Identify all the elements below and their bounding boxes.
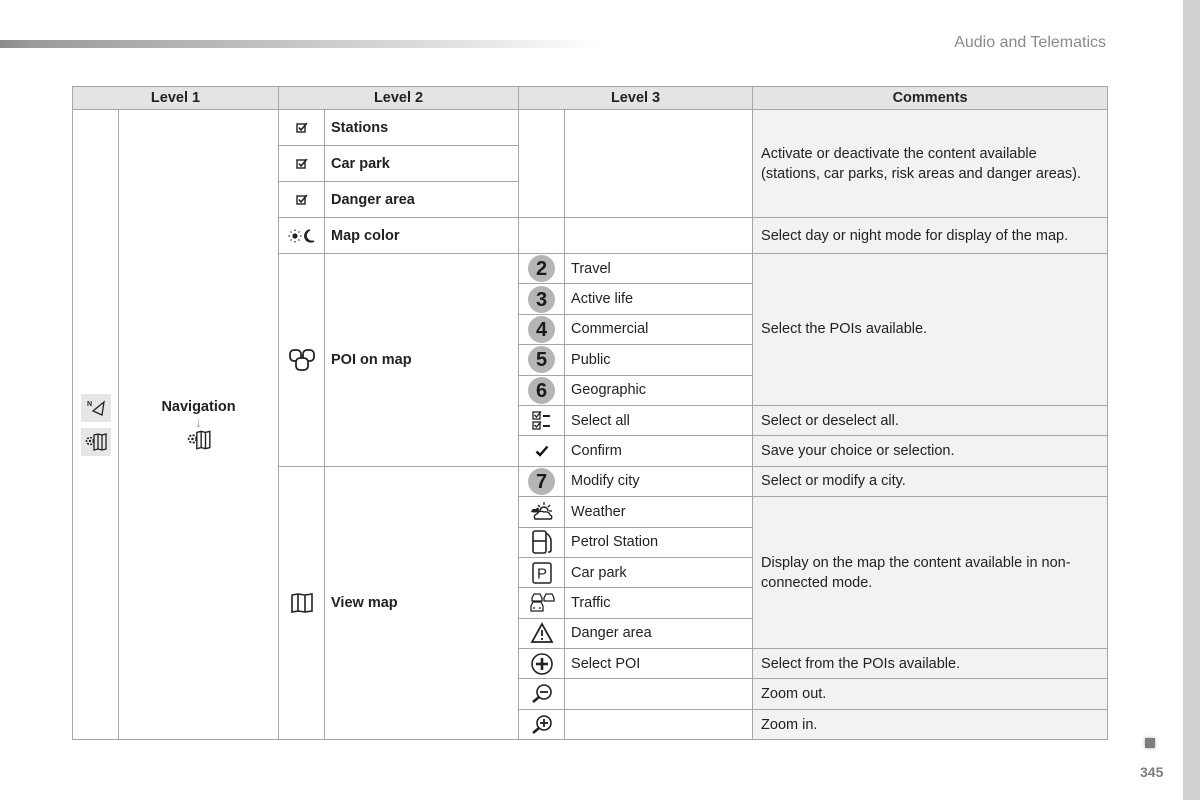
comment-confirm: Save your choice or selection. xyxy=(752,435,1109,467)
level3-select-all[interactable]: Select all xyxy=(564,404,754,437)
page-number: 345 xyxy=(1140,764,1164,780)
svg-text:N: N xyxy=(87,401,92,408)
level3-geographic[interactable]: Geographic xyxy=(564,374,754,406)
level3-danger-area[interactable]: Danger area xyxy=(564,617,754,650)
warning-triangle-icon[interactable] xyxy=(518,617,566,650)
level3-zoom-in xyxy=(564,708,754,741)
select-all-icon[interactable] xyxy=(518,404,566,437)
number-badge: 5 xyxy=(528,346,556,374)
comment-content-toggle: Activate or deactivate the content avail… xyxy=(752,109,1109,218)
level3-commercial[interactable]: Commercial xyxy=(564,313,754,346)
navigation-label: Navigation xyxy=(161,398,236,415)
comment-select-pois: Select the POIs available. xyxy=(752,253,1109,406)
level3-car-park[interactable]: Car park xyxy=(564,556,754,589)
header-decorative-bar xyxy=(0,40,600,48)
number-badge: 2 xyxy=(528,255,556,283)
map-settings-icon[interactable] xyxy=(80,427,111,456)
level2-stations: Stations xyxy=(324,109,520,146)
level2-danger-area: Danger area xyxy=(324,181,520,218)
number-badge: 6 xyxy=(528,376,556,404)
level3-modify-city[interactable]: Modify city xyxy=(564,465,754,498)
level3-petrol-station[interactable]: Petrol Station xyxy=(564,526,754,558)
arrow-down-icon: ↓ xyxy=(195,413,202,430)
level3-travel[interactable]: Travel xyxy=(564,252,754,285)
level2-view-map: View map xyxy=(324,465,520,741)
comment-modify-city: Select or modify a city. xyxy=(752,465,1109,498)
level2-map-color: Map color xyxy=(324,217,520,254)
level3-traffic[interactable]: Traffic xyxy=(564,587,754,619)
comment-non-connected: Display on the map the content available… xyxy=(752,496,1109,650)
column-header-level-3: Level 3 xyxy=(518,86,754,110)
level2-poi-on-map: POI on map xyxy=(324,253,520,467)
comment-select-poi: Select from the POIs available. xyxy=(752,648,1109,680)
weather-icon[interactable] xyxy=(518,496,566,528)
level3-public[interactable]: Public xyxy=(564,344,754,376)
section-title: Audio and Telematics xyxy=(954,34,1106,51)
page-marker xyxy=(1145,738,1155,748)
page-edge-band xyxy=(1183,0,1200,800)
navigation-compass-icon[interactable]: N xyxy=(80,393,111,422)
menu-structure-table: Level 1 Level 2 Level 3 Comments N Navig… xyxy=(71,86,1109,741)
comment-zoom-in: Zoom in. xyxy=(752,708,1109,741)
map-icon[interactable] xyxy=(278,465,326,741)
level3-select-poi[interactable]: Select POI xyxy=(564,648,754,680)
comment-map-color: Select day or night mode for display of … xyxy=(752,217,1109,254)
zoom-in-icon[interactable] xyxy=(518,708,566,741)
petrol-station-icon[interactable] xyxy=(518,526,566,558)
level1-navigation-cell: Navigation ↓ xyxy=(117,108,280,741)
level3-active-life[interactable]: Active life xyxy=(564,283,754,315)
poi-icon[interactable] xyxy=(278,253,326,467)
number-badge: 4 xyxy=(528,315,556,343)
svg-text:P: P xyxy=(537,565,547,582)
column-header-level-1: Level 1 xyxy=(71,86,280,110)
checkbox-icon[interactable] xyxy=(278,181,326,218)
parking-icon[interactable]: P xyxy=(518,556,566,589)
number-badge: 7 xyxy=(528,467,556,495)
table-row: N Navigation ↓ Stations Activate or deac… xyxy=(72,108,1109,741)
map-settings-icon xyxy=(119,429,278,451)
number-badge: 3 xyxy=(528,285,556,313)
zoom-out-icon[interactable] xyxy=(518,678,566,710)
level2-car-park: Car park xyxy=(324,145,520,182)
level3-weather[interactable]: Weather xyxy=(564,496,754,528)
plus-circle-icon[interactable] xyxy=(518,648,566,680)
checkbox-icon[interactable] xyxy=(278,145,326,182)
comment-zoom-out: Zoom out. xyxy=(752,678,1109,710)
table-header-row: Level 1 Level 2 Level 3 Comments xyxy=(71,86,1109,110)
checkbox-icon[interactable] xyxy=(278,109,326,146)
traffic-icon[interactable] xyxy=(518,587,566,619)
checkmark-icon[interactable] xyxy=(518,435,566,467)
column-header-level-2: Level 2 xyxy=(278,86,520,110)
day-night-icon[interactable] xyxy=(278,217,326,254)
level1-icon-cell: N xyxy=(72,108,119,741)
column-header-comments: Comments xyxy=(752,86,1109,110)
level3-zoom-out xyxy=(564,678,754,710)
comment-select-all: Select or deselect all. xyxy=(752,404,1109,437)
level3-confirm[interactable]: Confirm xyxy=(564,435,754,467)
